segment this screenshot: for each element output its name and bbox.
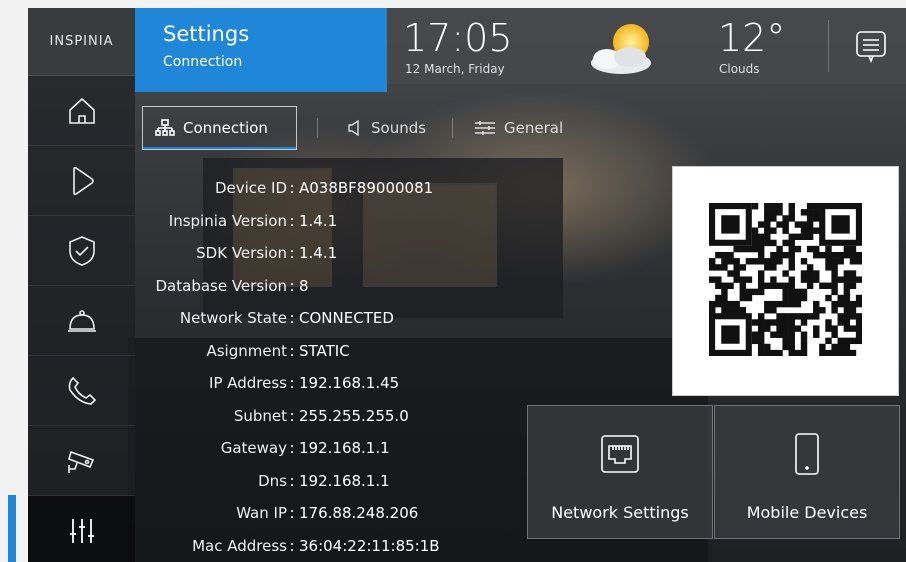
info-label: Mac Address — [192, 536, 287, 555]
info-value: 36:04:22:11:85:1B — [299, 536, 440, 555]
info-label: Subnet — [233, 406, 287, 425]
page-title: Settings — [163, 22, 250, 46]
info-row-dns: Dns:192.168.1.1 — [140, 465, 440, 498]
header-divider — [828, 20, 829, 72]
colon: : — [289, 276, 295, 295]
info-row-ip-address: IP Address:192.168.1.45 — [140, 367, 440, 400]
info-row-inspinia-version: Inspinia Version:1.4.1 — [140, 205, 440, 238]
settings-tile: Settings Connection — [135, 8, 387, 92]
colon: : — [289, 211, 295, 230]
sidebar: INSPINIA — [28, 8, 135, 562]
info-value: STATIC — [299, 341, 350, 360]
ethernet-port-icon — [601, 435, 639, 473]
colon: : — [289, 439, 295, 458]
info-label: Network State — [179, 309, 287, 328]
info-value: 192.168.1.45 — [299, 374, 400, 393]
info-value: 1.4.1 — [299, 211, 338, 230]
home-icon — [68, 97, 95, 124]
general-sliders-icon — [475, 121, 495, 135]
tab-separator — [317, 118, 318, 138]
brand-logo: INSPINIA — [28, 8, 135, 76]
phone-icon — [68, 376, 96, 405]
info-label: Asignment — [206, 341, 287, 360]
colon: : — [289, 179, 295, 198]
info-label: Wan IP — [236, 504, 287, 523]
tab-connection[interactable]: Connection — [142, 106, 297, 150]
info-value: 1.4.1 — [299, 244, 338, 263]
temperature: 12° — [718, 16, 786, 60]
page-subtitle: Connection — [163, 54, 243, 70]
info-value: CONNECTED — [299, 309, 394, 328]
info-value: A038BF89000081 — [299, 179, 434, 198]
info-value: 8 — [299, 276, 309, 295]
tab-general[interactable]: General — [474, 106, 563, 150]
sidebar-item-settings[interactable] — [28, 496, 135, 562]
sidebar-item-camera[interactable] — [28, 426, 135, 496]
sidebar-item-services[interactable] — [28, 286, 135, 356]
clock-date: 12 March, Friday — [405, 62, 505, 76]
colon: : — [289, 374, 295, 393]
info-label: Gateway — [220, 439, 287, 458]
info-row-device-id: Device ID: A038BF89000081 — [140, 172, 440, 205]
sliders-icon — [69, 518, 94, 543]
colon: : — [289, 406, 295, 425]
info-label: SDK Version — [196, 244, 287, 263]
mobile-devices-button[interactable]: Mobile Devices — [714, 405, 900, 539]
shield-check-icon — [68, 235, 95, 266]
weather-cloud-sun-icon — [591, 24, 651, 74]
service-bell-icon — [67, 309, 96, 332]
colon: : — [289, 504, 295, 523]
security-camera-icon — [67, 450, 94, 473]
logo-text: INSPINIA — [49, 34, 114, 49]
colon: : — [289, 471, 295, 490]
weather-condition: Clouds — [719, 62, 760, 76]
info-row-gateway: Gateway:192.168.1.1 — [140, 432, 440, 465]
info-label: Inspinia Version — [168, 211, 287, 230]
info-value: 192.168.1.1 — [299, 471, 390, 490]
active-indicator — [8, 495, 16, 562]
mobile-phone-icon — [795, 433, 819, 475]
message-icon[interactable] — [851, 26, 891, 66]
info-value: 255.255.255.0 — [299, 406, 409, 425]
tab-separator — [452, 118, 453, 138]
screen: INSPINIA Settings Connection 17:05 12 Ma… — [28, 8, 906, 562]
colon: : — [289, 309, 295, 328]
info-value: 176.88.248.206 — [299, 504, 419, 523]
info-row-subnet: Subnet:255.255.255.0 — [140, 400, 440, 433]
qr-code-image — [709, 203, 862, 356]
info-row-network-state: Network State: CONNECTED — [140, 302, 440, 335]
tab-sounds[interactable]: Sounds — [347, 106, 426, 150]
sidebar-item-scenarios[interactable] — [28, 146, 135, 216]
device-info-list: Device ID: A038BF89000081 Inspinia Versio… — [140, 172, 440, 562]
network-tree-icon — [155, 119, 175, 136]
info-label: Dns — [258, 471, 287, 490]
info-row-mac-address: Mac Address:36:04:22:11:85:1B — [140, 530, 440, 562]
sidebar-item-home[interactable] — [28, 76, 135, 146]
mobile-devices-label: Mobile Devices — [746, 503, 868, 522]
qr-code — [672, 166, 899, 396]
tab-label: Sounds — [371, 119, 427, 137]
play-icon — [72, 166, 94, 195]
info-row-database-version: Database Version:8 — [140, 270, 440, 303]
header-bar: Settings Connection 17:05 12 March, Frid… — [135, 8, 906, 92]
tab-label: General — [504, 119, 564, 137]
info-label: Database Version — [155, 276, 288, 295]
colon: : — [289, 244, 295, 263]
info-label: IP Address — [209, 374, 287, 393]
sidebar-item-security[interactable] — [28, 216, 135, 286]
sidebar-item-phone[interactable] — [28, 356, 135, 426]
clock-time: 17:05 — [403, 16, 513, 60]
info-value: 192.168.1.1 — [299, 439, 390, 458]
info-label: Device ID — [214, 179, 287, 198]
info-row-assignment: Asignment: STATIC — [140, 335, 440, 368]
network-settings-button[interactable]: Network Settings — [527, 405, 713, 539]
tab-label: Connection — [183, 119, 268, 137]
colon: : — [289, 341, 295, 360]
colon: : — [289, 536, 295, 555]
info-row-sdk-version: SDK Version:1.4.1 — [140, 237, 440, 270]
speaker-icon — [348, 119, 359, 137]
info-row-wan-ip: Wan IP:176.88.248.206 — [140, 497, 440, 530]
network-settings-label: Network Settings — [551, 503, 689, 522]
